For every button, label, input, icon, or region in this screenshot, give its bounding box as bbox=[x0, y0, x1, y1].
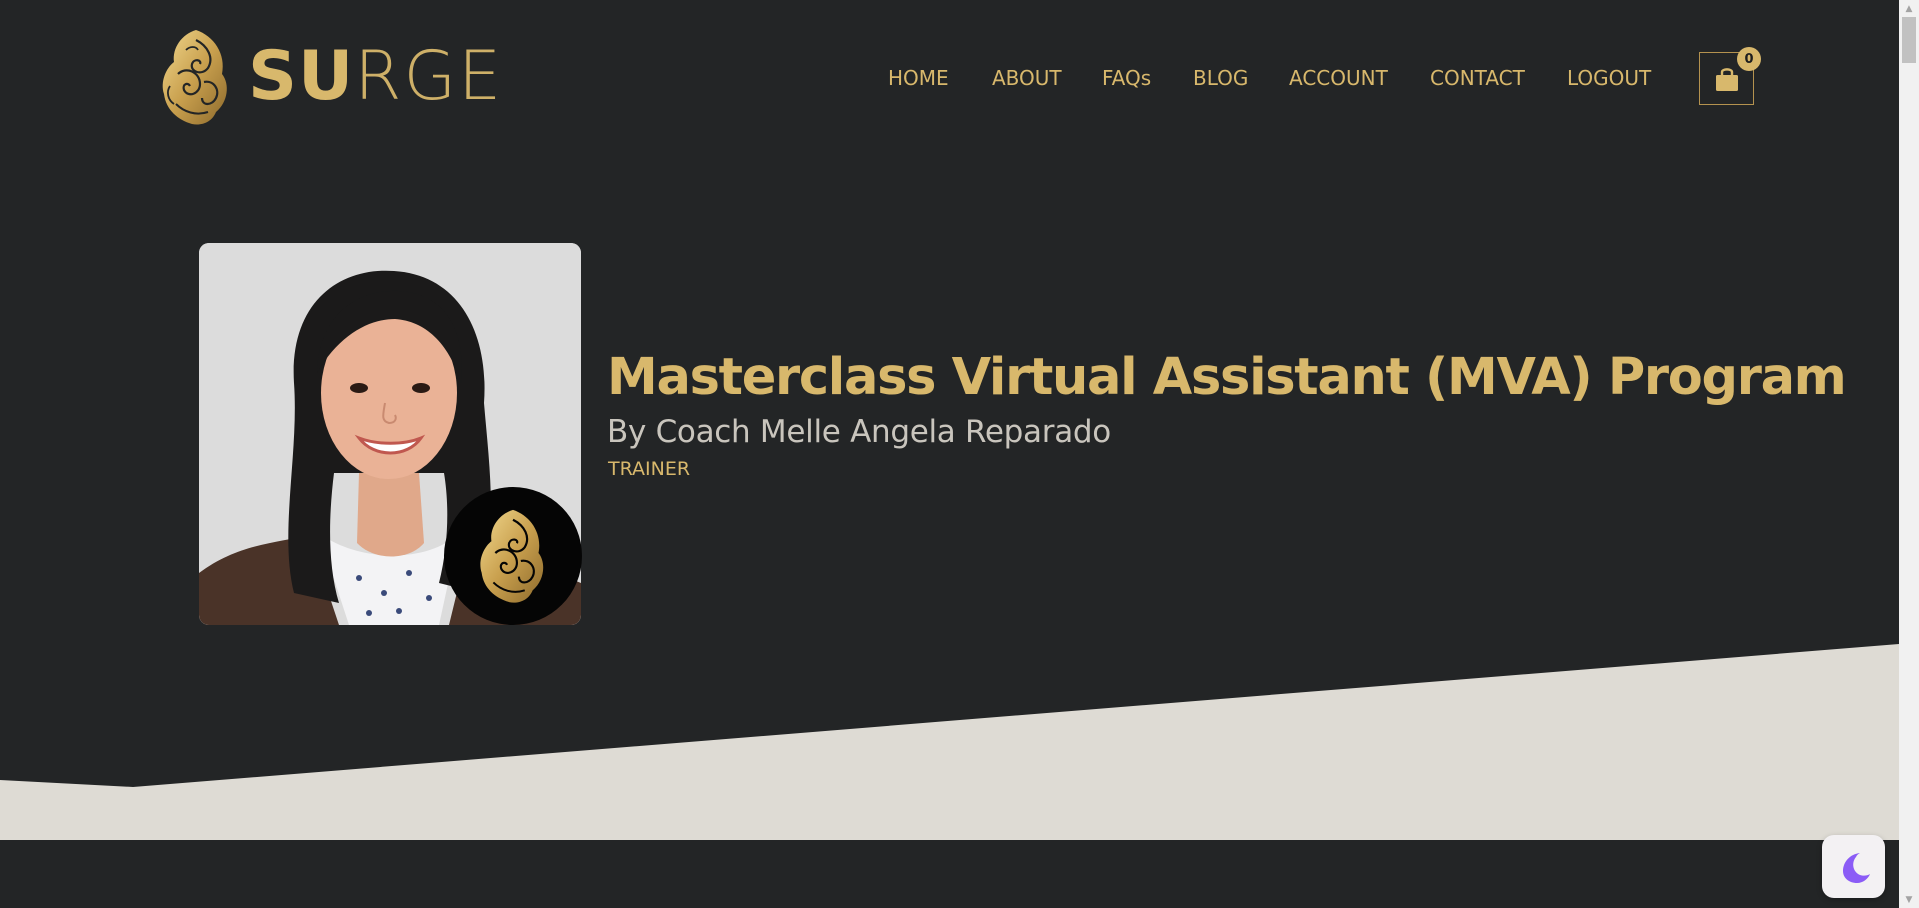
program-title: Masterclass Virtual Assistant (MVA) Prog… bbox=[607, 348, 1847, 407]
nav-faqs[interactable]: FAQs bbox=[1102, 64, 1151, 92]
next-section bbox=[0, 840, 1899, 908]
cart-button[interactable]: 0 bbox=[1699, 47, 1761, 105]
trainer-badge bbox=[444, 487, 582, 625]
page: SU RGE HOME ABOUT FAQs BLOG ACCOUNT CONTA… bbox=[0, 0, 1899, 908]
scroll-thumb[interactable] bbox=[1902, 17, 1916, 63]
shopping-bag-icon bbox=[1715, 67, 1738, 91]
coach-role: TRAINER bbox=[608, 458, 691, 480]
nav-contact[interactable]: CONTACT bbox=[1430, 64, 1525, 92]
moon-icon bbox=[1842, 852, 1870, 883]
page-scrollbar[interactable]: ▲ ▼ bbox=[1899, 0, 1919, 908]
nav-home[interactable]: HOME bbox=[888, 64, 949, 92]
nav-account[interactable]: ACCOUNT bbox=[1289, 64, 1388, 92]
main-nav: HOME ABOUT FAQs BLOG ACCOUNT CONTACT LOG… bbox=[0, 64, 1899, 92]
coach-byline: By Coach Melle Angela Reparado bbox=[607, 414, 1111, 450]
nav-logout[interactable]: LOGOUT bbox=[1567, 64, 1651, 92]
dark-mode-toggle[interactable] bbox=[1822, 835, 1885, 898]
nav-blog[interactable]: BLOG bbox=[1193, 64, 1248, 92]
section-divider bbox=[0, 644, 1899, 840]
nav-about[interactable]: ABOUT bbox=[992, 64, 1062, 92]
cart-count-badge: 0 bbox=[1737, 47, 1761, 71]
scroll-down-arrow-icon[interactable]: ▼ bbox=[1899, 891, 1919, 908]
ornament-badge-icon bbox=[480, 509, 544, 603]
scroll-up-arrow-icon[interactable]: ▲ bbox=[1899, 0, 1919, 17]
